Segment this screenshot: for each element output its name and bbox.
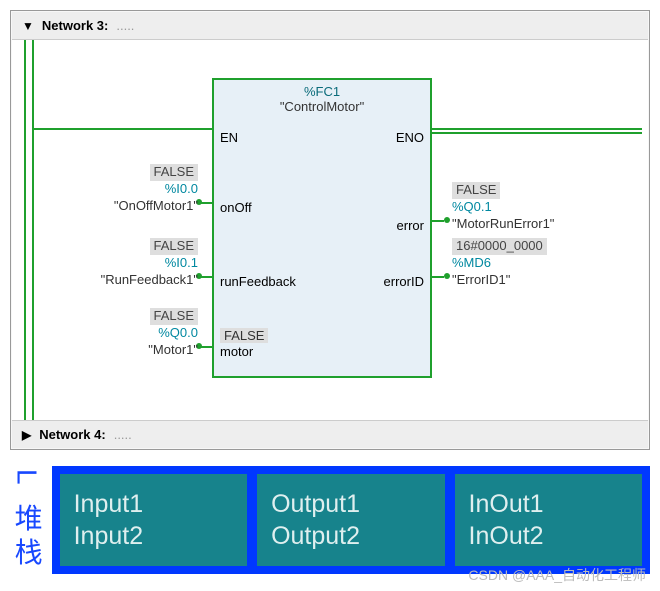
stack-line: InOut2 (469, 520, 642, 553)
expand-icon[interactable]: ▶ (22, 429, 31, 441)
stack-line: Input2 (74, 520, 247, 553)
param-motor[interactable]: FALSE %Q0.0 "Motor1" (48, 308, 198, 359)
param-errorid[interactable]: 16#0000_0000 %MD6 "ErrorID1" (452, 238, 602, 289)
network-3-header[interactable]: ▼ Network 3: ..... (12, 12, 648, 40)
network-comment: ..... (114, 427, 132, 442)
port-errorid: errorID (384, 274, 424, 289)
address: %I0.1 (165, 255, 198, 270)
stack-box-inout: InOut1 InOut2 (455, 474, 642, 566)
terminal-dot (444, 217, 450, 223)
terminal-dot (444, 273, 450, 279)
address: %I0.0 (165, 181, 198, 196)
port-motor: motor (220, 344, 253, 359)
watermark: CSDN @AAA_自动化工程师 (468, 565, 646, 585)
stack-boxes: Input1 Input2 Output1 Output2 InOut1 InO… (52, 466, 650, 574)
port-onoff: onOff (220, 200, 252, 215)
l-stack-panel: L 堆栈 Input1 Input2 Output1 Output2 InOut… (10, 466, 650, 574)
network-comment: ..... (116, 18, 134, 33)
stack-line: InOut1 (469, 488, 642, 521)
port-error: error (397, 218, 424, 233)
block-type: %FC1 (214, 80, 430, 99)
port-en: EN (220, 130, 238, 145)
address: %Q0.1 (452, 199, 492, 214)
value-badge: FALSE (150, 238, 198, 255)
param-runfeedback[interactable]: FALSE %I0.1 "RunFeedback1" (48, 238, 198, 289)
network-title: Network 4: (39, 427, 105, 442)
port-motor-val: FALSE (220, 328, 268, 343)
port-eno: ENO (396, 130, 424, 145)
stack-line: Output2 (271, 520, 444, 553)
value-badge: FALSE (452, 182, 500, 199)
l-stack-label: L 堆栈 (10, 469, 44, 571)
address: %Q0.0 (158, 325, 198, 340)
address: %MD6 (452, 255, 491, 270)
port-runfeedback: runFeedback (220, 274, 296, 289)
value-badge: FALSE (150, 308, 198, 325)
wire-stub (432, 220, 444, 222)
stack-box-output: Output1 Output2 (257, 474, 444, 566)
collapse-icon[interactable]: ▼ (22, 20, 34, 32)
stack-box-input: Input1 Input2 (60, 474, 247, 566)
param-error[interactable]: FALSE %Q0.1 "MotorRunError1" (452, 182, 602, 233)
network-3-body: %FC1 "ControlMotor" EN ENO onOff error r… (12, 40, 648, 420)
power-rail (24, 40, 34, 420)
fc-block[interactable]: %FC1 "ControlMotor" EN ENO onOff error r… (212, 78, 432, 378)
plc-editor-panel: ▼ Network 3: ..... %FC1 "ControlMotor" E… (10, 10, 650, 450)
network-title: Network 3: (42, 18, 108, 33)
stack-line: Input1 (74, 488, 247, 521)
tag-name: "RunFeedback1" (101, 272, 198, 287)
wire-eno (432, 128, 642, 134)
wire-en (32, 128, 212, 130)
block-name: "ControlMotor" (214, 99, 430, 120)
value-badge: 16#0000_0000 (452, 238, 547, 255)
tag-name: "MotorRunError1" (452, 216, 554, 231)
tag-name: "OnOffMotor1" (114, 198, 198, 213)
wire-stub (432, 276, 444, 278)
value-badge: FALSE (150, 164, 198, 181)
tag-name: "ErrorID1" (452, 272, 510, 287)
stack-line: Output1 (271, 488, 444, 521)
param-onoff[interactable]: FALSE %I0.0 "OnOffMotor1" (48, 164, 198, 215)
tag-name: "Motor1" (148, 342, 198, 357)
network-4-header[interactable]: ▶ Network 4: ..... (12, 420, 648, 448)
